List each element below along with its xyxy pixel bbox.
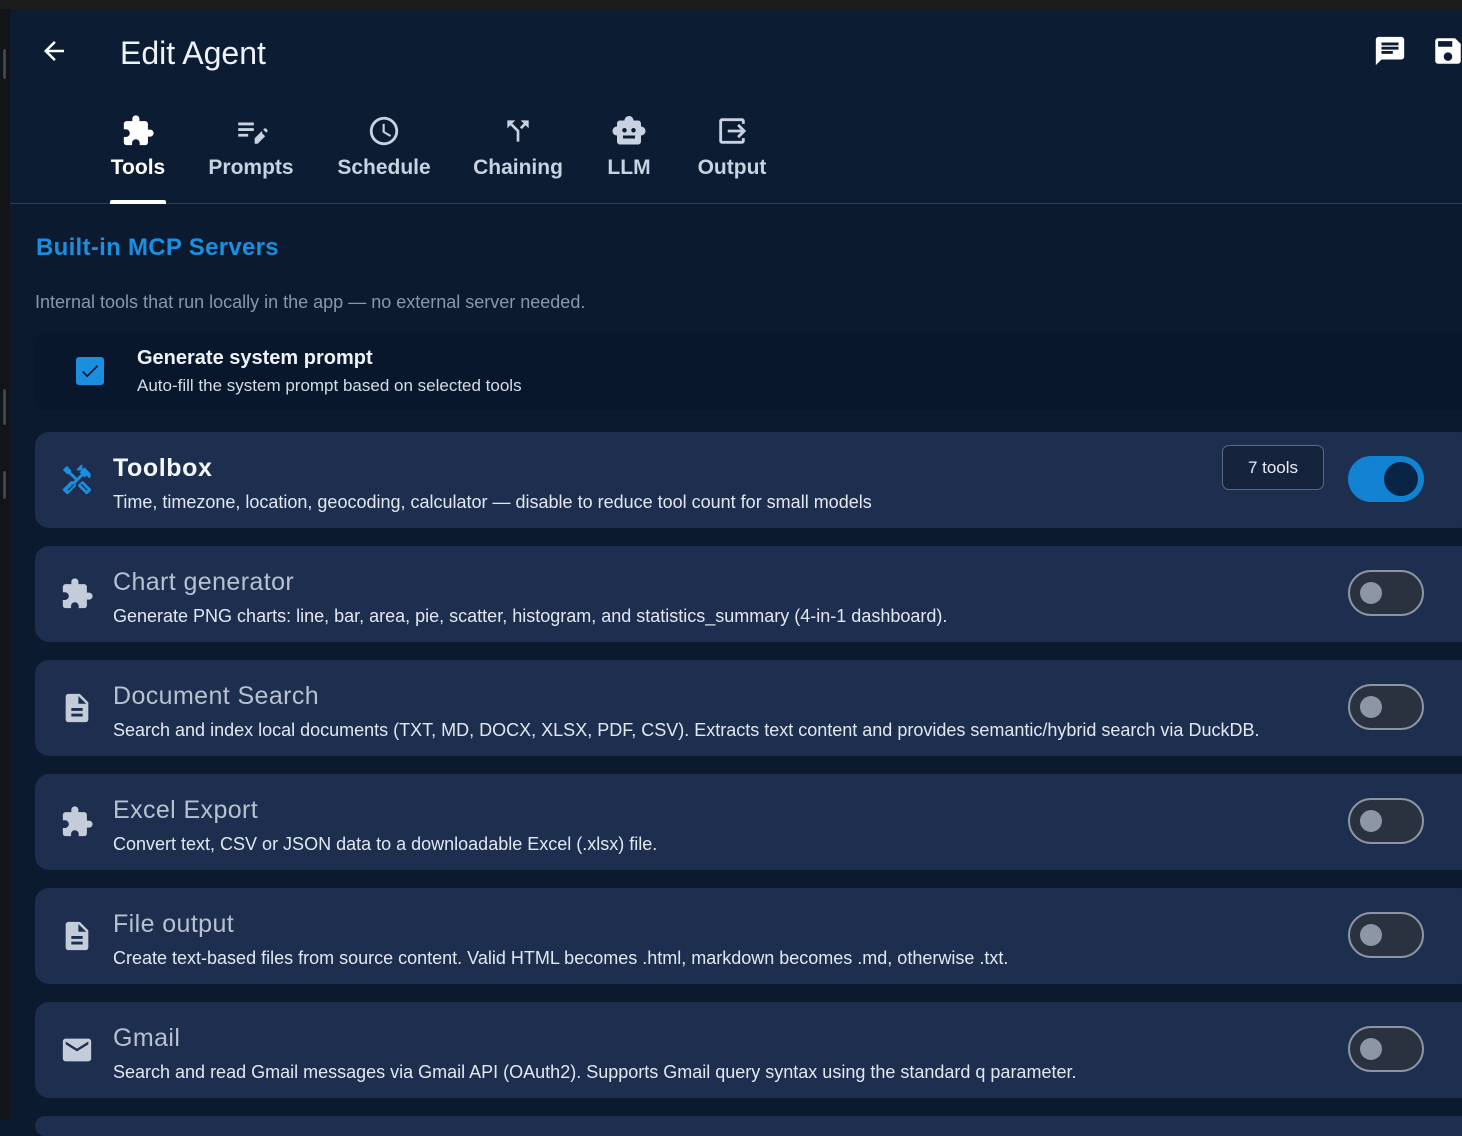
server-description: Search and read Gmail messages via Gmail…: [113, 1062, 1077, 1082]
server-card-gmail: Gmail Search and read Gmail messages via…: [35, 1002, 1462, 1098]
tab-output[interactable]: Output: [694, 105, 770, 203]
option-title: Generate system prompt: [137, 347, 373, 369]
server-description: Search and index local documents (TXT, M…: [113, 720, 1260, 740]
server-description: Create text-based files from source cont…: [113, 948, 1009, 968]
puzzle-icon: [123, 115, 154, 146]
server-toggle[interactable]: [1348, 798, 1424, 844]
check-icon: [82, 365, 99, 378]
chat-icon: [1375, 36, 1405, 66]
tab-label: LLM: [607, 156, 651, 179]
tab-tools[interactable]: Tools: [110, 105, 166, 204]
left-strip-mark: [3, 49, 6, 79]
tab-label: Tools: [110, 156, 166, 179]
server-card-partial: [35, 1116, 1462, 1136]
toggle-knob: [1360, 924, 1382, 946]
puzzle-icon: [62, 578, 93, 609]
server-name: Toolbox: [113, 454, 213, 482]
toggle-knob: [1360, 582, 1382, 604]
server-card-toolbox: Toolbox Time, timezone, location, geocod…: [35, 432, 1462, 528]
tab-label: Schedule: [337, 156, 431, 179]
window-top-strip: [0, 0, 1462, 9]
server-name: Gmail: [113, 1024, 181, 1052]
tab-label: Output: [697, 156, 767, 179]
puzzle-icon: [62, 806, 93, 837]
document-icon: [65, 693, 89, 723]
tab-chaining[interactable]: Chaining: [472, 105, 564, 203]
server-card-excel-export: Excel Export Convert text, CSV or JSON d…: [35, 774, 1462, 870]
tab-label: Chaining: [473, 156, 563, 179]
clock-icon: [369, 116, 399, 146]
generate-prompt-checkbox[interactable]: [76, 357, 104, 385]
server-toggle[interactable]: [1348, 684, 1424, 730]
merge-icon: [507, 120, 529, 142]
toggle-knob: [1360, 810, 1382, 832]
save-button[interactable]: [1430, 33, 1462, 69]
server-name: Chart generator: [113, 568, 295, 596]
tab-prompts[interactable]: Prompts: [206, 105, 296, 203]
output-icon: [719, 118, 747, 144]
server-name: Excel Export: [113, 796, 259, 824]
server-card-document-search: Document Search Search and index local d…: [35, 660, 1462, 756]
chat-button[interactable]: [1372, 33, 1408, 69]
server-toggle[interactable]: [1348, 570, 1424, 616]
server-toggle[interactable]: [1348, 912, 1424, 958]
toggle-knob: [1384, 462, 1418, 496]
back-button[interactable]: [36, 33, 72, 69]
arrow-back-icon: [44, 41, 64, 61]
mail-icon: [62, 1038, 92, 1062]
tools-icon: [62, 464, 92, 495]
tab-schedule[interactable]: Schedule: [337, 105, 431, 203]
toggle-knob: [1360, 696, 1382, 718]
toggle-knob: [1360, 1038, 1382, 1060]
save-icon: [1435, 38, 1461, 64]
tab-label: Prompts: [208, 156, 294, 179]
page-title: Edit Agent: [120, 35, 266, 71]
left-strip-mark: [3, 389, 6, 425]
server-toggle[interactable]: [1348, 456, 1424, 502]
server-card-file-output: File output Create text-based files from…: [35, 888, 1462, 984]
left-strip-mark: [3, 471, 6, 499]
server-description: Convert text, CSV or JSON data to a down…: [113, 834, 658, 854]
section-description: Internal tools that run locally in the a…: [35, 292, 586, 312]
active-tab-indicator: [110, 200, 166, 204]
tab-bar: Tools Prompts Schedule Chaining LLM Outp…: [10, 105, 1462, 204]
edit-agent-screen: Edit Agent Tools Prompts Schedule Chaini…: [10, 9, 1462, 1136]
server-toggle[interactable]: [1348, 1026, 1424, 1072]
app-header: Edit Agent Tools Prompts Schedule Chaini…: [10, 9, 1462, 204]
tool-count-badge[interactable]: 7 tools: [1222, 445, 1324, 490]
document-icon: [65, 921, 89, 951]
server-name: Document Search: [113, 682, 320, 710]
option-subtitle: Auto-fill the system prompt based on sel…: [137, 376, 522, 395]
server-card-chart-generator: Chart generator Generate PNG charts: lin…: [35, 546, 1462, 642]
server-description: Time, timezone, location, geocoding, cal…: [113, 492, 872, 512]
robot-icon: [612, 116, 646, 145]
server-description: Generate PNG charts: line, bar, area, pi…: [113, 606, 948, 626]
edit-note-icon: [238, 122, 268, 144]
server-name: File output: [113, 910, 235, 938]
section-title: Built-in MCP Servers: [36, 234, 279, 261]
generate-system-prompt-option[interactable]: Generate system prompt Auto-fill the sys…: [35, 332, 1462, 410]
tab-llm[interactable]: LLM: [606, 105, 652, 203]
window-left-strip: [0, 9, 10, 1120]
